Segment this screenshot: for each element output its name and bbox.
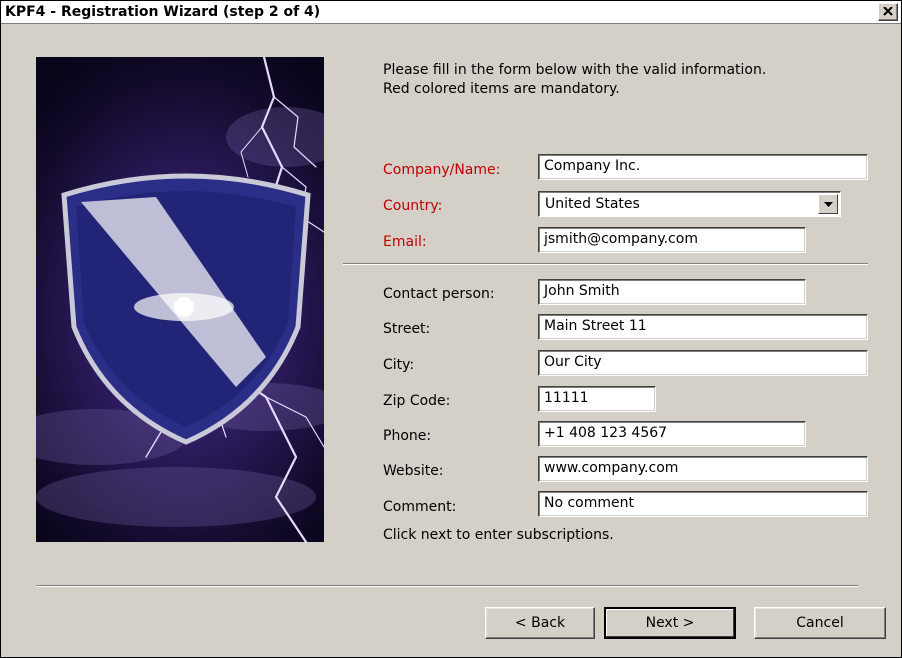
comment-field[interactable]: No comment — [538, 491, 868, 517]
phone-field[interactable]: +1 408 123 4567 — [538, 421, 806, 447]
shield-lightning-image — [36, 57, 324, 542]
zip-field[interactable]: 11111 — [538, 386, 656, 412]
intro-line-2: Red colored items are mandatory. — [383, 81, 620, 97]
registration-wizard-window: KPF4 - Registration Wizard (step 2 of 4) — [0, 0, 902, 658]
street-label: Street: — [383, 321, 431, 337]
close-icon — [883, 7, 893, 16]
email-label: Email: — [383, 234, 427, 250]
comment-label: Comment: — [383, 499, 457, 515]
next-hint-text: Click next to enter subscriptions. — [383, 527, 614, 543]
country-select[interactable]: United States — [538, 191, 841, 217]
email-field[interactable]: jsmith@company.com — [538, 227, 806, 253]
country-label: Country: — [383, 198, 443, 214]
button-divider — [36, 585, 858, 587]
country-value: United States — [545, 196, 640, 212]
back-button[interactable]: < Back — [485, 607, 595, 639]
section-divider — [343, 263, 868, 265]
zip-label: Zip Code: — [383, 393, 451, 409]
country-dropdown-button[interactable] — [818, 194, 838, 214]
next-button[interactable]: Next > — [604, 607, 736, 639]
phone-label: Phone: — [383, 428, 432, 444]
contact-label: Contact person: — [383, 286, 495, 302]
title-bar[interactable]: KPF4 - Registration Wizard (step 2 of 4) — [1, 1, 901, 24]
contact-field[interactable]: John Smith — [538, 279, 806, 305]
intro-text: Please fill in the form below with the v… — [383, 61, 766, 99]
website-field[interactable]: www.company.com — [538, 456, 868, 482]
city-label: City: — [383, 357, 415, 373]
window-title: KPF4 - Registration Wizard (step 2 of 4) — [5, 4, 321, 20]
close-button[interactable] — [878, 3, 898, 21]
street-field[interactable]: Main Street 11 — [538, 314, 868, 340]
company-label: Company/Name: — [383, 162, 501, 178]
chevron-down-icon — [824, 202, 833, 207]
website-label: Website: — [383, 463, 444, 479]
company-field[interactable]: Company Inc. — [538, 154, 868, 180]
wizard-client-area: Please fill in the form below with the v… — [1, 24, 901, 657]
intro-line-1: Please fill in the form below with the v… — [383, 62, 767, 78]
cancel-button[interactable]: Cancel — [754, 607, 886, 639]
city-field[interactable]: Our City — [538, 350, 868, 376]
